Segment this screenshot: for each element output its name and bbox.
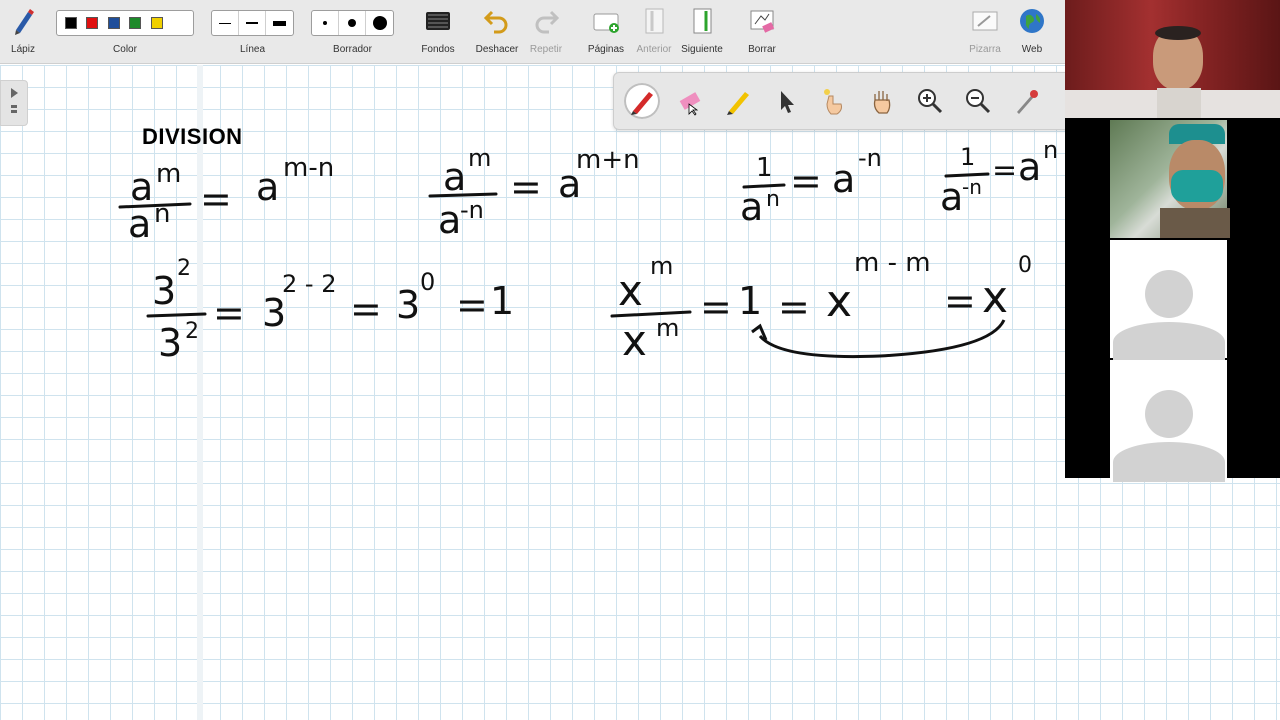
zoom-out-button[interactable] [960, 83, 996, 119]
video-conference-panel [1065, 0, 1280, 482]
eraser-large-option[interactable] [366, 11, 393, 35]
next-page-icon [693, 8, 712, 34]
highlighter-tool-button[interactable] [720, 83, 756, 119]
pen-tool-button[interactable] [624, 83, 660, 119]
line-medium-option[interactable] [239, 11, 266, 35]
web-label: Web [1021, 44, 1043, 55]
highlighter-icon [727, 92, 749, 115]
line-label: Línea [239, 44, 266, 55]
backgrounds-label: Fondos [421, 44, 455, 55]
eyedropper-button[interactable] [1008, 83, 1044, 119]
board-title: DIVISION [142, 124, 243, 149]
color-label: Color [113, 44, 137, 55]
color-picker [56, 10, 194, 36]
zoom-in-icon [918, 89, 943, 114]
pan-tool-button[interactable] [864, 83, 900, 119]
expand-arrow-icon [11, 88, 18, 113]
previous-page-icon [645, 8, 664, 34]
participant-1[interactable] [1065, 0, 1280, 118]
laser-hand-icon [824, 89, 842, 115]
participant-2[interactable] [1065, 120, 1280, 238]
color-red-swatch[interactable] [86, 17, 98, 29]
color-black-swatch[interactable] [64, 17, 77, 29]
redo-label: Repetir [529, 44, 563, 55]
next-label: Siguiente [681, 44, 723, 55]
globe-icon [1020, 9, 1044, 33]
redo-icon [535, 10, 560, 34]
zoom-in-button[interactable] [912, 83, 948, 119]
color-green-swatch[interactable] [129, 17, 141, 29]
whiteboard-label: Pizarra [969, 44, 1001, 55]
color-yellow-swatch[interactable] [150, 17, 163, 29]
line-thin-option[interactable] [212, 11, 239, 35]
line-width-picker [211, 10, 294, 36]
select-tool-button[interactable] [768, 83, 804, 119]
pencil-label: Lápiz [11, 44, 35, 55]
eraser-icon [679, 92, 701, 116]
participant-3[interactable] [1065, 240, 1280, 362]
avatar [1145, 390, 1193, 438]
zoom-out-icon [966, 89, 991, 114]
previous-label: Anterior [636, 44, 672, 55]
side-panel-toggle[interactable] [0, 80, 28, 126]
pen-icon [631, 92, 653, 115]
add-page-icon [593, 13, 619, 33]
eraser-medium-option[interactable] [339, 11, 366, 35]
undo-icon [483, 10, 508, 34]
pencil-icon [15, 9, 34, 35]
color-blue-swatch[interactable] [107, 17, 120, 29]
line-thick-option[interactable] [266, 11, 293, 35]
pages-label: Páginas [587, 44, 625, 55]
drawing-toolbar [613, 72, 1073, 130]
eraser-size-picker [311, 10, 394, 36]
pointer-icon [781, 91, 794, 113]
clear-label: Borrar [748, 44, 776, 55]
eraser-small-option[interactable] [312, 11, 339, 35]
avatar [1145, 270, 1193, 318]
eraser-label: Borrador [333, 44, 372, 55]
eraser-tool-button[interactable] [672, 83, 708, 119]
eyedropper-icon [1017, 90, 1038, 114]
undo-label: Deshacer [475, 44, 519, 55]
laser-pointer-button[interactable] [816, 83, 852, 119]
pan-hand-icon [873, 91, 891, 114]
backgrounds-icon [426, 12, 450, 30]
canvas-margin-band [197, 65, 203, 720]
whiteboard-icon [972, 11, 998, 31]
participant-4[interactable] [1065, 360, 1280, 482]
clear-board-icon [750, 10, 775, 33]
